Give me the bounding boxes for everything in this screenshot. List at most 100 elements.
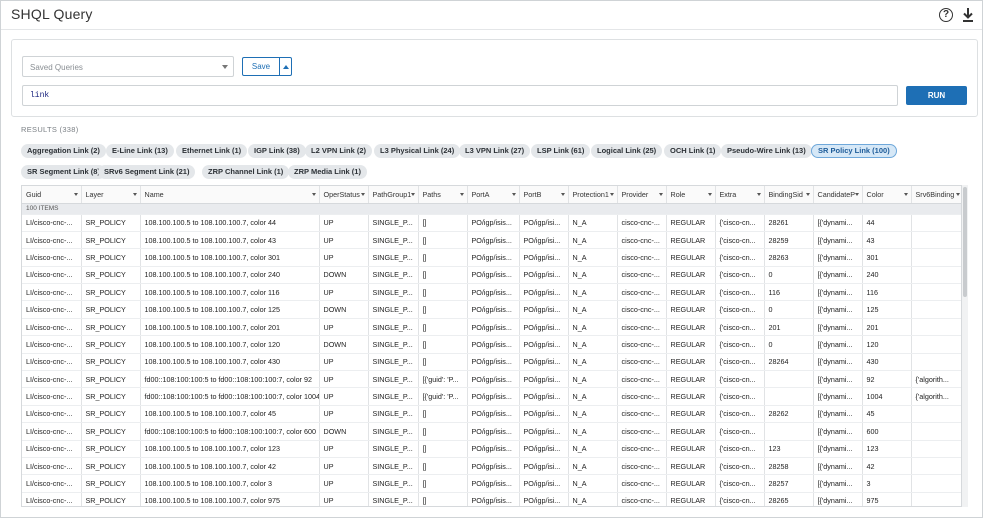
table-cell: PO/igp/isi... — [519, 231, 569, 250]
table-row[interactable]: LI/cisco-cnc-... SR_POLICY fd00::108:100:1… — [22, 422, 961, 441]
saved-queries-select[interactable]: Saved Queries — [22, 56, 234, 77]
download-icon[interactable] — [961, 7, 975, 23]
column-header[interactable]: Protection1 — [568, 186, 618, 204]
table-cell: [] — [418, 474, 468, 493]
sort-menu-icon[interactable] — [955, 193, 960, 196]
column-header[interactable]: Color — [862, 186, 912, 204]
help-icon[interactable]: ? — [939, 8, 953, 22]
table-row[interactable]: LI/cisco-cnc-... SR_POLICY 108.100.100.5 t… — [22, 335, 961, 354]
result-chip[interactable]: LSP Link (61) — [531, 144, 591, 158]
table-row[interactable]: LI/cisco-cnc-... SR_POLICY 108.100.100.5 t… — [22, 457, 961, 476]
table-row[interactable]: LI/cisco-cnc-... SR_POLICY 108.100.100.5 t… — [22, 405, 961, 424]
table-row[interactable]: LI/cisco-cnc-... SR_POLICY 108.100.100.5 t… — [22, 353, 961, 372]
column-header[interactable]: BindingSid — [764, 186, 814, 204]
table-cell: [] — [418, 266, 468, 285]
grid-scrollbar[interactable] — [962, 185, 968, 507]
result-chip[interactable]: ZRP Media Link (1) — [288, 165, 367, 179]
result-chip[interactable]: Logical Link (25) — [591, 144, 663, 158]
table-cell: cisco-cnc-... — [617, 370, 667, 389]
result-chip[interactable]: IGP Link (38) — [248, 144, 306, 158]
table-cell: SINGLE_P... — [368, 370, 419, 389]
sort-menu-icon[interactable] — [756, 193, 761, 196]
sort-menu-icon[interactable] — [854, 193, 859, 196]
column-header[interactable]: OperStatus — [319, 186, 369, 204]
sort-menu-icon[interactable] — [707, 193, 712, 196]
sort-menu-icon[interactable] — [609, 193, 614, 196]
table-cell: SINGLE_P... — [368, 231, 419, 250]
results-count: RESULTS (338) — [21, 125, 79, 134]
table-row[interactable]: LI/cisco-cnc-... SR_POLICY 108.100.100.5 t… — [22, 266, 961, 285]
column-header[interactable]: PortA — [467, 186, 520, 204]
save-button[interactable]: Save — [242, 57, 280, 76]
column-header[interactable]: PortB — [519, 186, 569, 204]
table-cell: cisco-cnc-... — [617, 474, 667, 493]
table-row[interactable]: LI/cisco-cnc-... SR_POLICY 108.100.100.5 t… — [22, 231, 961, 250]
result-chip[interactable]: Pseudo-Wire Link (13) — [721, 144, 812, 158]
table-row[interactable]: LI/cisco-cnc-... SR_POLICY 108.100.100.5 t… — [22, 300, 961, 319]
column-header[interactable]: Paths — [418, 186, 468, 204]
sort-menu-icon[interactable] — [658, 193, 663, 196]
result-chip[interactable]: L3 VPN Link (27) — [459, 144, 531, 158]
table-cell: cisco-cnc-... — [617, 335, 667, 354]
sort-menu-icon[interactable] — [805, 193, 810, 196]
table-row[interactable]: LI/cisco-cnc-... SR_POLICY 108.100.100.5 t… — [22, 492, 961, 506]
table-cell: [] — [418, 353, 468, 372]
table-row[interactable]: LI/cisco-cnc-... SR_POLICY 108.100.100.5 t… — [22, 440, 961, 458]
sort-menu-icon[interactable] — [511, 193, 516, 196]
result-chip[interactable]: L3 Physical Link (24) — [374, 144, 461, 158]
sort-menu-icon[interactable] — [903, 193, 908, 196]
column-header[interactable]: Guid — [22, 186, 82, 204]
column-header[interactable]: Role — [666, 186, 716, 204]
table-cell: PO/igp/isis... — [467, 335, 520, 354]
sort-menu-icon[interactable] — [311, 193, 316, 196]
query-input[interactable]: link — [22, 85, 898, 106]
table-cell: REGULAR — [666, 335, 716, 354]
result-chip[interactable]: OCH Link (1) — [664, 144, 722, 158]
sort-menu-icon[interactable] — [560, 193, 565, 196]
sort-menu-icon[interactable] — [73, 193, 78, 196]
table-cell: [{'guid': 'P... — [418, 370, 468, 389]
column-header[interactable]: Name — [140, 186, 320, 204]
column-header[interactable]: PathGroup1 — [368, 186, 419, 204]
result-chip[interactable]: E-Line Link (13) — [106, 144, 174, 158]
table-cell — [911, 457, 961, 476]
table-cell: SR_POLICY — [81, 492, 141, 506]
table-row[interactable]: LI/cisco-cnc-... SR_POLICY fd00::108:100:1… — [22, 370, 961, 389]
table-row[interactable]: LI/cisco-cnc-... SR_POLICY 108.100.100.5 t… — [22, 474, 961, 493]
result-chip[interactable]: SR Policy Link (100) — [811, 144, 897, 158]
table-row[interactable]: LI/cisco-cnc-... SR_POLICY 108.100.100.5 t… — [22, 248, 961, 267]
table-cell: PO/igp/isi... — [519, 300, 569, 319]
result-chip[interactable]: L2 VPN Link (2) — [305, 144, 373, 158]
table-cell: 3 — [862, 474, 912, 493]
result-chip[interactable]: ZRP Channel Link (1) — [202, 165, 290, 179]
table-cell: REGULAR — [666, 248, 716, 267]
table-row[interactable]: LI/cisco-cnc-... SR_POLICY 108.100.100.5 t… — [22, 214, 961, 232]
column-header[interactable]: Srv6Binding — [911, 186, 961, 204]
result-chip[interactable]: SR Segment Link (8) — [21, 165, 106, 179]
sort-menu-icon[interactable] — [410, 193, 415, 196]
sort-menu-icon[interactable] — [360, 193, 365, 196]
table-row[interactable]: LI/cisco-cnc-... SR_POLICY 108.100.100.5 t… — [22, 283, 961, 302]
table-cell: 123 — [764, 440, 814, 458]
column-header[interactable]: CandidateP — [813, 186, 863, 204]
column-header[interactable]: Layer — [81, 186, 141, 204]
table-cell: {'cisco-cn... — [715, 300, 765, 319]
table-cell: {'cisco-cn... — [715, 214, 765, 232]
table-cell: 108.100.100.5 to 108.100.100.7, color 12… — [140, 335, 320, 354]
table-row[interactable]: LI/cisco-cnc-... SR_POLICY fd00::108:100:1… — [22, 387, 961, 406]
result-chip[interactable]: Aggregation Link (2) — [21, 144, 106, 158]
table-cell — [911, 353, 961, 372]
table-row[interactable]: LI/cisco-cnc-... SR_POLICY 108.100.100.5 t… — [22, 318, 961, 337]
result-chip[interactable]: SRv6 Segment Link (21) — [98, 165, 196, 179]
table-cell: SINGLE_P... — [368, 353, 419, 372]
result-chip[interactable]: Ethernet Link (1) — [176, 144, 248, 158]
sort-menu-icon[interactable] — [459, 193, 464, 196]
run-button[interactable]: RUN — [906, 86, 967, 105]
scrollbar-thumb[interactable] — [963, 187, 967, 297]
sort-menu-icon[interactable] — [132, 193, 137, 196]
table-cell: PO/igp/isis... — [467, 422, 520, 441]
column-header[interactable]: Extra — [715, 186, 765, 204]
table-cell: [] — [418, 231, 468, 250]
column-header[interactable]: Provider — [617, 186, 667, 204]
save-options-button[interactable] — [280, 57, 292, 76]
